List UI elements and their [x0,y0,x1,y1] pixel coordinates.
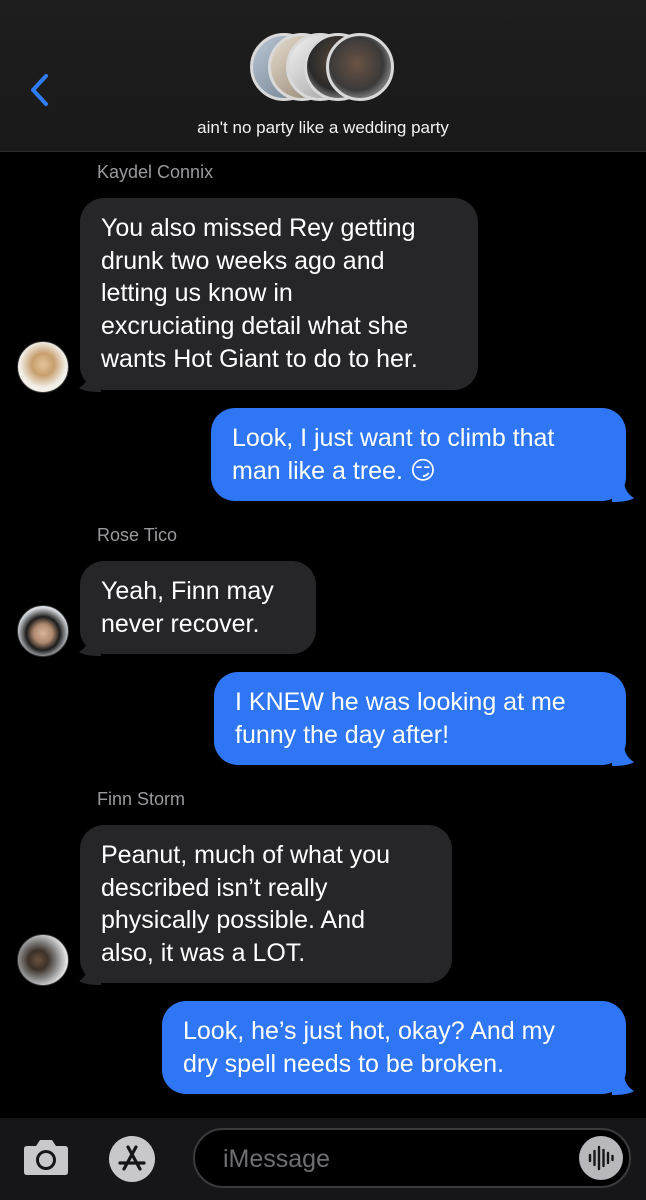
avatar[interactable] [17,341,69,393]
message-line: described isn’t really [101,873,328,902]
avatar [326,33,394,101]
bubble-tail [612,480,634,502]
message-line: Look, I just want to climb that [232,424,555,452]
message-line: physically possible. And [101,906,366,935]
audio-waveform-icon[interactable] [579,1136,623,1180]
message-line: You also missed Rey getting [101,214,416,242]
sender-name: Kaydel Connix [97,162,214,182]
message-bubble-incoming[interactable]: Peanut, much of what you described isn’t… [80,825,452,983]
message-line: wants Hot Giant to do to her. [101,344,418,373]
message-line: dry spell needs to be broken. [183,1049,505,1078]
message-line: funny the day after! [235,720,450,749]
bubble-tail [612,744,634,766]
bubble-tail [612,1073,634,1095]
app-store-glyph [118,1145,146,1171]
message-input-field[interactable] [193,1128,631,1188]
group-avatar-stack[interactable] [250,33,396,107]
avatar[interactable] [17,934,69,986]
group-name[interactable]: ain't no party like a wedding party [0,118,646,138]
message-bubble-outgoing[interactable]: Look, he’s just hot, okay? And my dry sp… [162,1001,626,1094]
app-store-icon[interactable] [109,1136,155,1182]
message-bubble-incoming[interactable]: You also missed Rey getting drunk two we… [80,198,478,390]
message-line: drunk two weeks ago and [101,246,385,275]
message-input[interactable] [221,1141,565,1177]
message-line: Peanut, much of what you [101,841,391,869]
avatar[interactable] [17,605,69,657]
sender-name: Rose Tico [97,525,178,545]
message-line: I KNEW he was looking at me [235,688,566,716]
waveform-glyph [588,1145,614,1171]
chevron-left-icon[interactable] [22,70,58,110]
sender-name: Finn Storm [97,789,186,809]
message-line: man like a tree. 😏 [232,456,436,485]
message-line: never recover. [101,609,260,638]
message-line: Look, he’s just hot, okay? And my [183,1017,555,1045]
camera-icon[interactable] [21,1134,71,1180]
message-line: also, it was a LOT. [101,939,306,968]
message-bubble-outgoing[interactable]: I KNEW he was looking at me funny the da… [214,672,626,765]
message-bubble-incoming[interactable]: Yeah, Finn may never recover. [80,561,316,654]
message-line: letting us know in [101,279,293,308]
message-bubble-outgoing[interactable]: Look, I just want to climb that man like… [211,408,626,501]
message-line: excruciating detail what she [101,312,409,341]
conversation-header: ain't no party like a wedding party [0,0,646,152]
message-line: Yeah, Finn may [101,577,274,605]
